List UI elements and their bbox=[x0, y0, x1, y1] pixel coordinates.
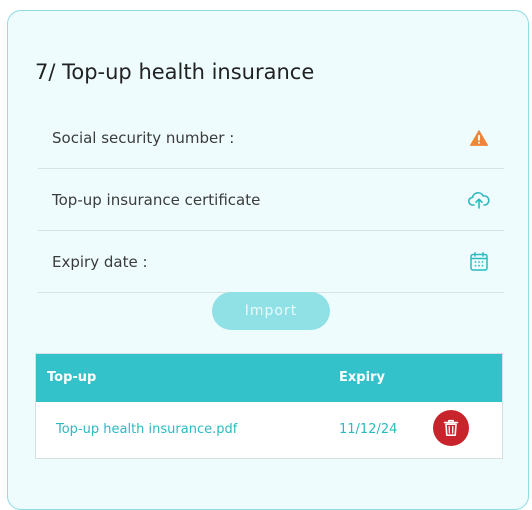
warning-icon bbox=[468, 127, 490, 149]
table-header: Top-up Expiry bbox=[36, 354, 502, 402]
documents-table: Top-up Expiry Top-up health insurance.pd… bbox=[35, 353, 503, 459]
field-list: Social security number : Top-up insuranc… bbox=[38, 107, 504, 293]
field-label: Expiry date : bbox=[52, 253, 148, 271]
import-button[interactable]: Import bbox=[212, 292, 330, 330]
column-header-expiry: Expiry bbox=[339, 370, 385, 385]
field-social-security-number[interactable]: Social security number : bbox=[38, 107, 504, 169]
expiry-cell: 11/12/24 bbox=[339, 422, 397, 437]
field-expiry-date[interactable]: Expiry date : bbox=[38, 231, 504, 293]
insurance-card: 7/ Top-up health insurance Social securi… bbox=[7, 10, 529, 510]
field-insurance-certificate[interactable]: Top-up insurance certificate bbox=[38, 169, 504, 231]
trash-icon bbox=[443, 419, 459, 437]
table-row: Top-up health insurance.pdf 11/12/24 bbox=[36, 402, 502, 458]
delete-button[interactable] bbox=[433, 410, 469, 446]
calendar-icon[interactable] bbox=[468, 251, 490, 273]
section-title: 7/ Top-up health insurance bbox=[35, 60, 314, 84]
column-header-topup: Top-up bbox=[47, 370, 96, 385]
field-label: Social security number : bbox=[52, 129, 234, 147]
document-link[interactable]: Top-up health insurance.pdf bbox=[56, 422, 237, 437]
cloud-upload-icon[interactable] bbox=[468, 189, 490, 211]
field-label: Top-up insurance certificate bbox=[52, 191, 260, 209]
